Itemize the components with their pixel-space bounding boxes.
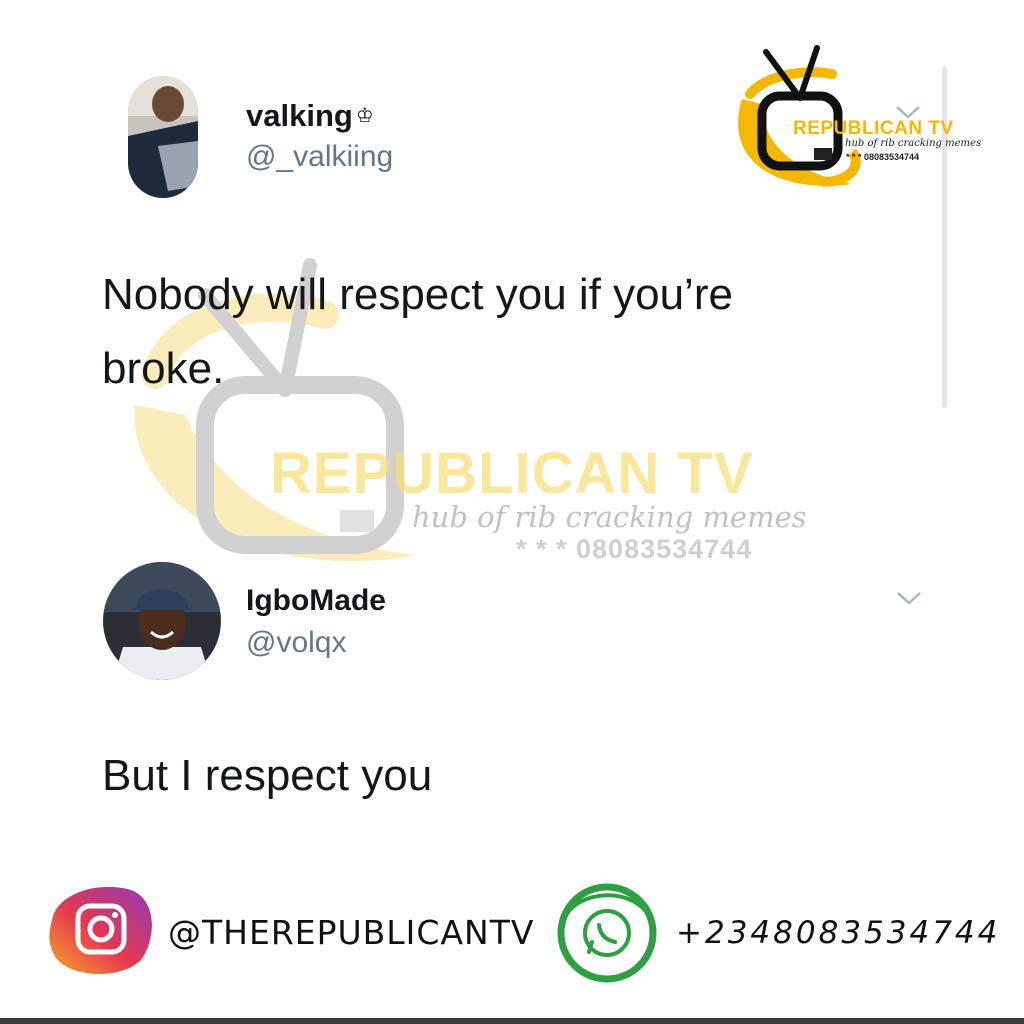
display-name[interactable]: valking ♔: [246, 98, 374, 134]
whatsapp-number[interactable]: +2348083534744: [676, 915, 1000, 951]
user-handle[interactable]: @volqx: [246, 626, 347, 660]
avatar-photo: [128, 76, 198, 198]
watermark-subtitle: hub of rib cracking memes: [412, 500, 807, 534]
display-name-text: valking: [246, 98, 353, 133]
avatar[interactable]: [128, 76, 198, 198]
instagram-handle[interactable]: @THEREPUBLICANTV: [168, 913, 534, 952]
instagram-icon[interactable]: [46, 880, 158, 980]
logo-subtitle: hub of rib cracking memes: [845, 138, 982, 149]
logo-phone: * * * 08083534744: [846, 152, 920, 162]
watermark-phone: * * * 08083534744: [516, 534, 753, 564]
bottom-divider: [0, 1018, 1024, 1024]
tweet-text: But I respect you: [102, 751, 433, 800]
tweet-text: Nobody will respect you if you’re broke.: [102, 270, 733, 393]
crown-icon: ♔: [355, 105, 374, 127]
avatar[interactable]: [103, 562, 221, 680]
logo-title: REPUBLICAN TV: [793, 118, 954, 139]
whatsapp-icon[interactable]: [554, 880, 660, 986]
display-name[interactable]: IgboMade: [246, 584, 386, 618]
avatar-photo: [103, 562, 221, 680]
chevron-down-icon[interactable]: [896, 590, 922, 606]
user-handle[interactable]: @_valkiing: [246, 140, 393, 174]
watermark-title: REPUBLICAN TV: [270, 441, 754, 506]
